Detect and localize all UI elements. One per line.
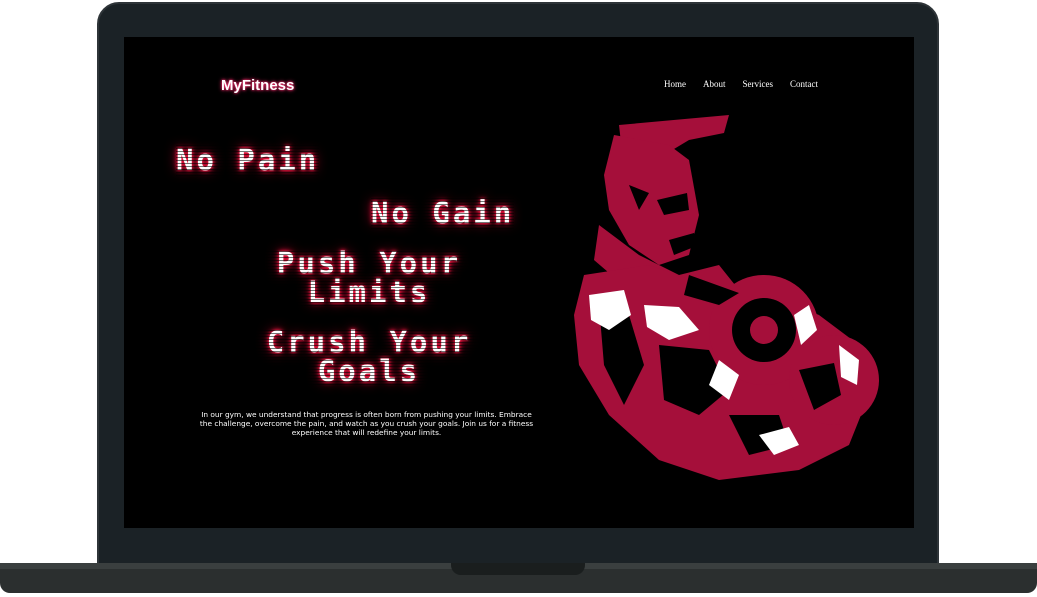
main-nav: Home About Services Contact: [664, 79, 818, 89]
nav-about[interactable]: About: [703, 79, 726, 89]
laptop-notch: [451, 563, 585, 575]
hero-description: In our gym, we understand that progress …: [199, 410, 534, 438]
nav-contact[interactable]: Contact: [790, 79, 818, 89]
headline-no-pain: No Pain: [176, 143, 320, 177]
headline-goals: Goals: [317, 354, 421, 388]
headline-push-your-limits: Push Your Limits: [234, 249, 504, 307]
headline-crush-your: Crush Your: [266, 325, 472, 359]
headline-crush-your-goals: Crush Your Goals: [224, 328, 514, 386]
headline-no-gain: No Gain: [371, 196, 515, 230]
headline-limits: Limits: [307, 275, 431, 309]
nav-home[interactable]: Home: [664, 79, 686, 89]
website-screen: MyFitness Home About Services Contact No…: [124, 37, 914, 528]
nav-services[interactable]: Services: [743, 79, 774, 89]
brand-logo[interactable]: MyFitness: [221, 77, 294, 94]
headline-push-your: Push Your: [276, 246, 462, 280]
bodybuilder-dumbbell-icon: [574, 115, 879, 480]
